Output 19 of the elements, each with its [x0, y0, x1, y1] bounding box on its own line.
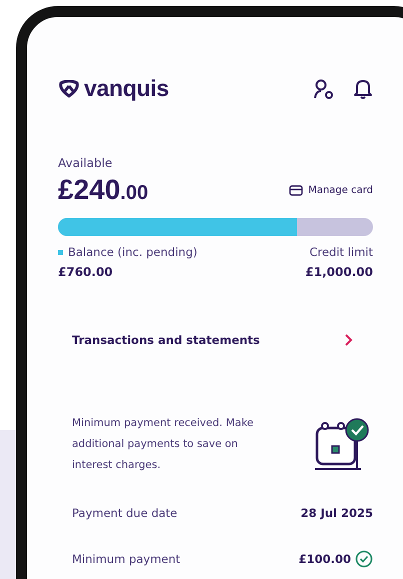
payment-row-label: Payment due date: [72, 506, 178, 520]
credit-limit-value: £1,000.00: [305, 265, 373, 279]
chevron-right-icon: [344, 333, 353, 347]
manage-card-button[interactable]: Manage card: [289, 184, 373, 196]
bell-icon[interactable]: [353, 78, 373, 100]
payment-row-label: Minimum payment: [72, 552, 182, 566]
legend-marker-icon: [58, 250, 63, 254]
available-amount: £240.00: [58, 174, 148, 206]
brand-name: vanquis: [84, 75, 169, 102]
payment-row-value: 28 Jul 2025: [300, 506, 373, 520]
available-label: Available: [58, 156, 114, 170]
payment-row-value: £100.00: [298, 552, 351, 566]
balance-value: £760.00: [58, 265, 113, 279]
profile-settings-icon[interactable]: [313, 78, 335, 100]
credit-limit-label: Credit limit: [309, 245, 373, 259]
balance-label: Balance (inc. pending): [68, 245, 198, 259]
payment-message: Minimum payment received. Make additional payments to save on interest charges.: [72, 416, 254, 473]
card-icon: [289, 184, 304, 196]
transactions-link[interactable]: Transactions and statements: [72, 333, 373, 347]
